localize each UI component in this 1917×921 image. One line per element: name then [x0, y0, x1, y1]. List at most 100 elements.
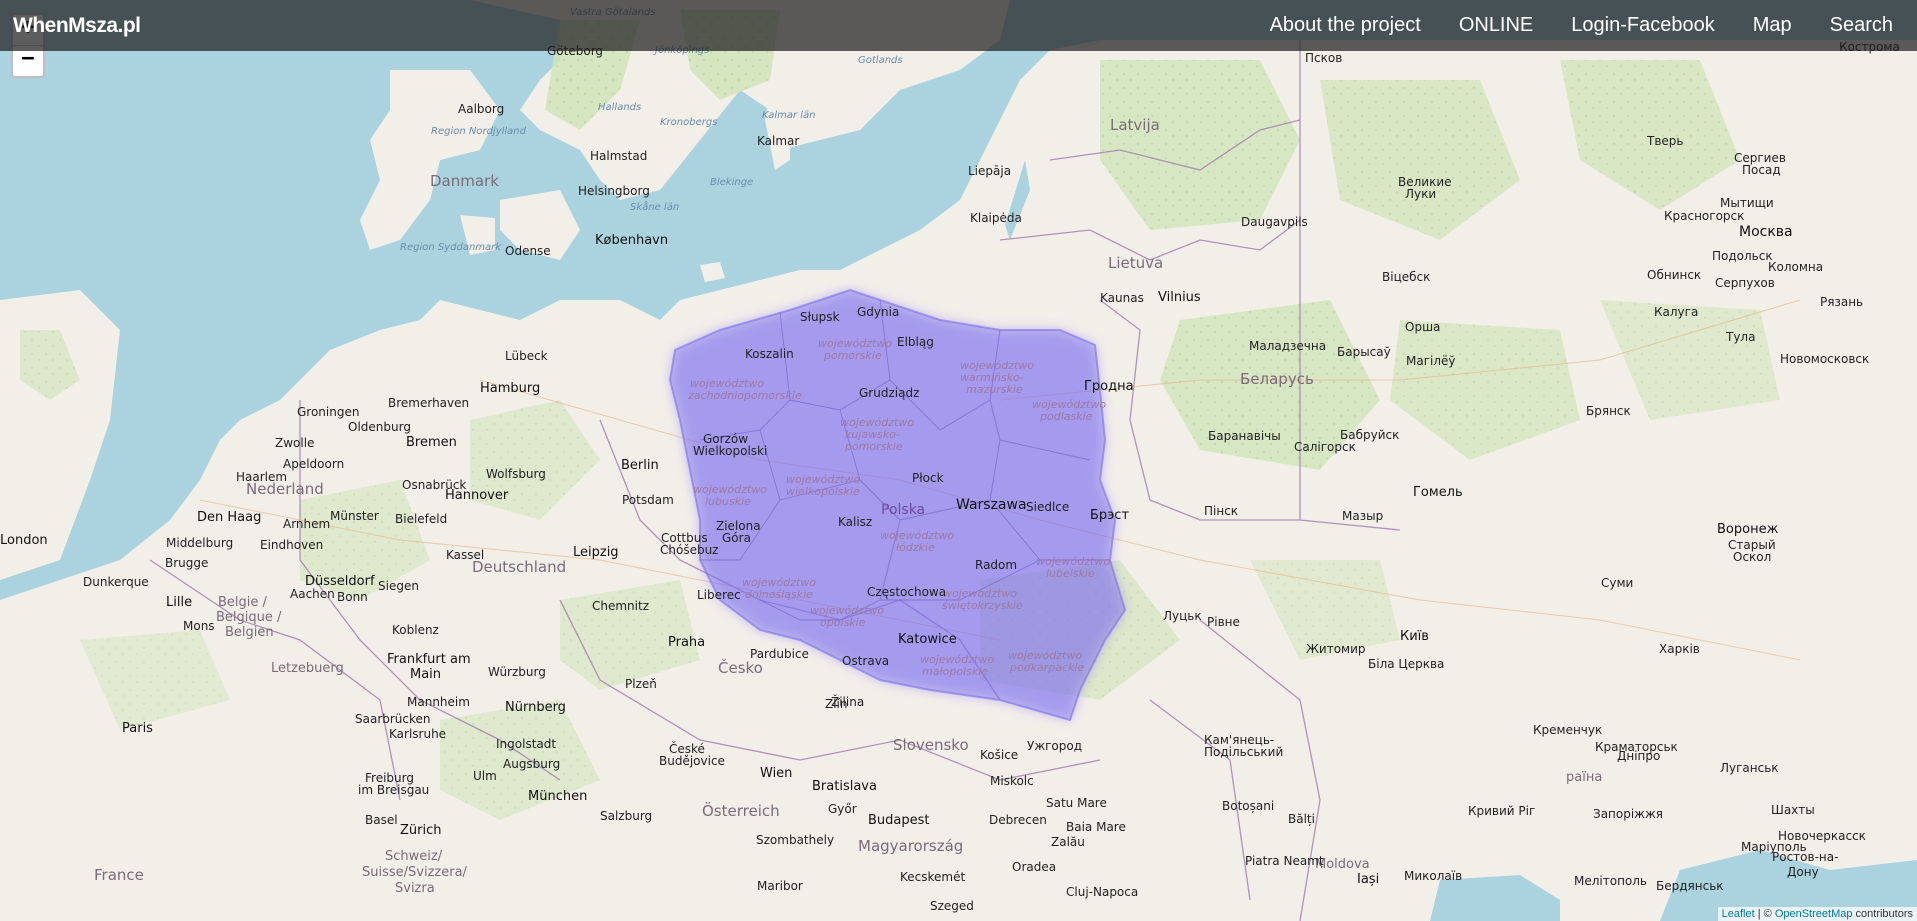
label-zhytomyr: Житомир [1306, 642, 1366, 656]
label-polska: Polska [881, 502, 925, 518]
label-lietuva: Lietuva [1108, 254, 1163, 272]
label-bremerhaven: Bremerhaven [388, 396, 469, 410]
label-podolsk: Подольск [1712, 249, 1773, 263]
label-luhansk: Луганськ [1720, 761, 1779, 775]
label-shakhty: Шахты [1771, 803, 1815, 817]
label-chemnitz: Chemnitz [592, 599, 649, 613]
label-maladzechna: Маладзечна [1249, 339, 1326, 353]
label-pardubice: Pardubice [750, 647, 809, 661]
brand-logo[interactable]: WhenMsza.pl [13, 14, 141, 38]
label-middelburg: Middelburg [166, 536, 233, 550]
label-debrecen: Debrecen [989, 813, 1047, 827]
label-budapest: Budapest [868, 813, 930, 828]
nav-map[interactable]: Map [1753, 14, 1792, 37]
openstreetmap-link[interactable]: OpenStreetMap [1775, 908, 1853, 920]
label-liberec: Liberec [697, 588, 741, 602]
label-zwolle: Zwolle [275, 436, 314, 450]
label-kassel: Kassel [446, 548, 484, 562]
label-kalmar: Kalmar [757, 134, 799, 148]
label-woj-malopolskie-2: małopolskie [922, 665, 988, 678]
label-schweiz: Schweiz/ [385, 849, 443, 864]
label-piatra-neamt: Piatra Neamț [1245, 854, 1324, 868]
label-kremenchuk: Кременчук [1533, 723, 1602, 737]
label-helsingborg: Helsingborg [578, 184, 650, 198]
label-liepaja: Liepāja [968, 164, 1011, 178]
label-ingolstadt: Ingolstadt [496, 737, 556, 751]
label-baranavichy: Баранавічы [1208, 429, 1281, 443]
top-navbar: WhenMsza.pl About the project ONLINE Log… [0, 0, 1917, 51]
label-moskva: Москва [1739, 224, 1793, 240]
label-novocherkassk: Новочеркасск [1778, 829, 1866, 843]
label-hallands-lan: Hallands [598, 102, 641, 113]
label-france: France [94, 866, 144, 884]
label-bratislava: Bratislava [812, 779, 877, 794]
label-woj-warminsko-3: mazurskie [966, 383, 1023, 396]
label-belgique-2: Belgique / [216, 610, 282, 625]
label-woj-lodzkie-2: łódzkie [896, 541, 935, 554]
label-saarbrucken: Saarbrücken [355, 712, 431, 726]
label-koblenz: Koblenz [392, 623, 439, 637]
label-melitopol: Мелітополь [1574, 874, 1647, 888]
label-gorzow-2: Wielkopolski [693, 444, 767, 458]
label-satu-mare: Satu Mare [1046, 796, 1107, 810]
label-cluj: Cluj-Napoca [1066, 885, 1138, 899]
label-kaunas: Kaunas [1100, 291, 1144, 305]
label-ukraina: раїна [1566, 770, 1602, 785]
label-bila-tserkva: Біла Церква [1368, 657, 1444, 671]
label-iasi: Iași [1357, 872, 1379, 887]
label-brest: Брэст [1090, 508, 1129, 523]
label-siedlce: Siedlce [1026, 500, 1069, 514]
label-schweiz-2: Suisse/Svizzera/ [362, 865, 468, 880]
label-orsha: Орша [1405, 320, 1440, 334]
label-chosebuz: Chóšebuz [660, 543, 718, 557]
label-uzhhorod: Ужгород [1027, 739, 1082, 753]
label-kalmar-lan: Kalmar län [762, 110, 816, 121]
label-obninsk: Обнинск [1647, 268, 1701, 282]
label-mykolaiv: Миколаїв [1404, 869, 1462, 883]
label-brugge: Brugge [165, 556, 208, 570]
nav-online[interactable]: ONLINE [1459, 14, 1533, 37]
label-tula: Тула [1725, 330, 1755, 344]
label-ryazan: Рязань [1820, 295, 1863, 309]
label-kosice: Košice [980, 748, 1018, 762]
label-woj-zachodnio-2: zachodniopomorskie [687, 389, 802, 402]
label-deutschland: Deutschland [472, 558, 566, 576]
label-sumy: Суми [1601, 576, 1633, 590]
nav-links: About the project ONLINE Login-Facebook … [1270, 0, 1917, 51]
label-karlsruhe: Karlsruhe [389, 727, 446, 741]
label-region-nordjylland: Region Nordjylland [431, 126, 527, 137]
label-balti: Bălți [1288, 812, 1315, 826]
label-haarlem: Haarlem [236, 470, 287, 484]
label-katowice: Katowice [898, 632, 957, 647]
label-rostov-2: Дону [1787, 865, 1819, 879]
map-canvas[interactable]: Vastra Götalands Jönköpings Hallands Kro… [0, 0, 1917, 921]
nav-search[interactable]: Search [1830, 14, 1893, 37]
label-kecskemet: Kecskemét [900, 870, 965, 884]
label-frankfurt-2: Main [410, 667, 441, 682]
label-schweiz-3: Svizra [395, 881, 435, 896]
map-tiles[interactable]: Vastra Götalands Jönköpings Hallands Kro… [0, 0, 1917, 921]
label-belgique-3: Belgien [225, 625, 274, 640]
label-dusseldorf: Düsseldorf [305, 574, 375, 589]
label-halmstad: Halmstad [590, 149, 647, 163]
label-potsdam: Potsdam [622, 493, 674, 507]
nav-about-the-project[interactable]: About the project [1270, 14, 1421, 37]
label-skane-lan: Skåne län [630, 200, 679, 213]
label-serpukhov: Серпухов [1715, 276, 1775, 290]
label-mons: Mons [183, 619, 215, 633]
label-barysau: Барысаў [1337, 345, 1391, 359]
label-bielefeld: Bielefeld [395, 512, 447, 526]
label-augsburg: Augsburg [503, 757, 560, 771]
label-gomel: Гомель [1413, 485, 1463, 500]
nav-login-facebook[interactable]: Login-Facebook [1571, 14, 1714, 37]
label-ulm: Ulm [473, 769, 497, 783]
label-pinsk: Пінск [1204, 504, 1238, 518]
label-mahilyou: Магілёў [1406, 354, 1456, 368]
label-rostov: Ростов-на- [1772, 850, 1838, 864]
label-kharkiv: Харків [1659, 642, 1700, 656]
label-mytishchi: Мытищи [1720, 196, 1774, 210]
leaflet-link[interactable]: Leaflet [1722, 908, 1755, 920]
label-lutsk: Луцьк [1163, 609, 1202, 623]
label-woj-wielkopolskie-2: wielkopolskie [786, 485, 860, 498]
label-apeldoorn: Apeldoorn [283, 457, 344, 471]
